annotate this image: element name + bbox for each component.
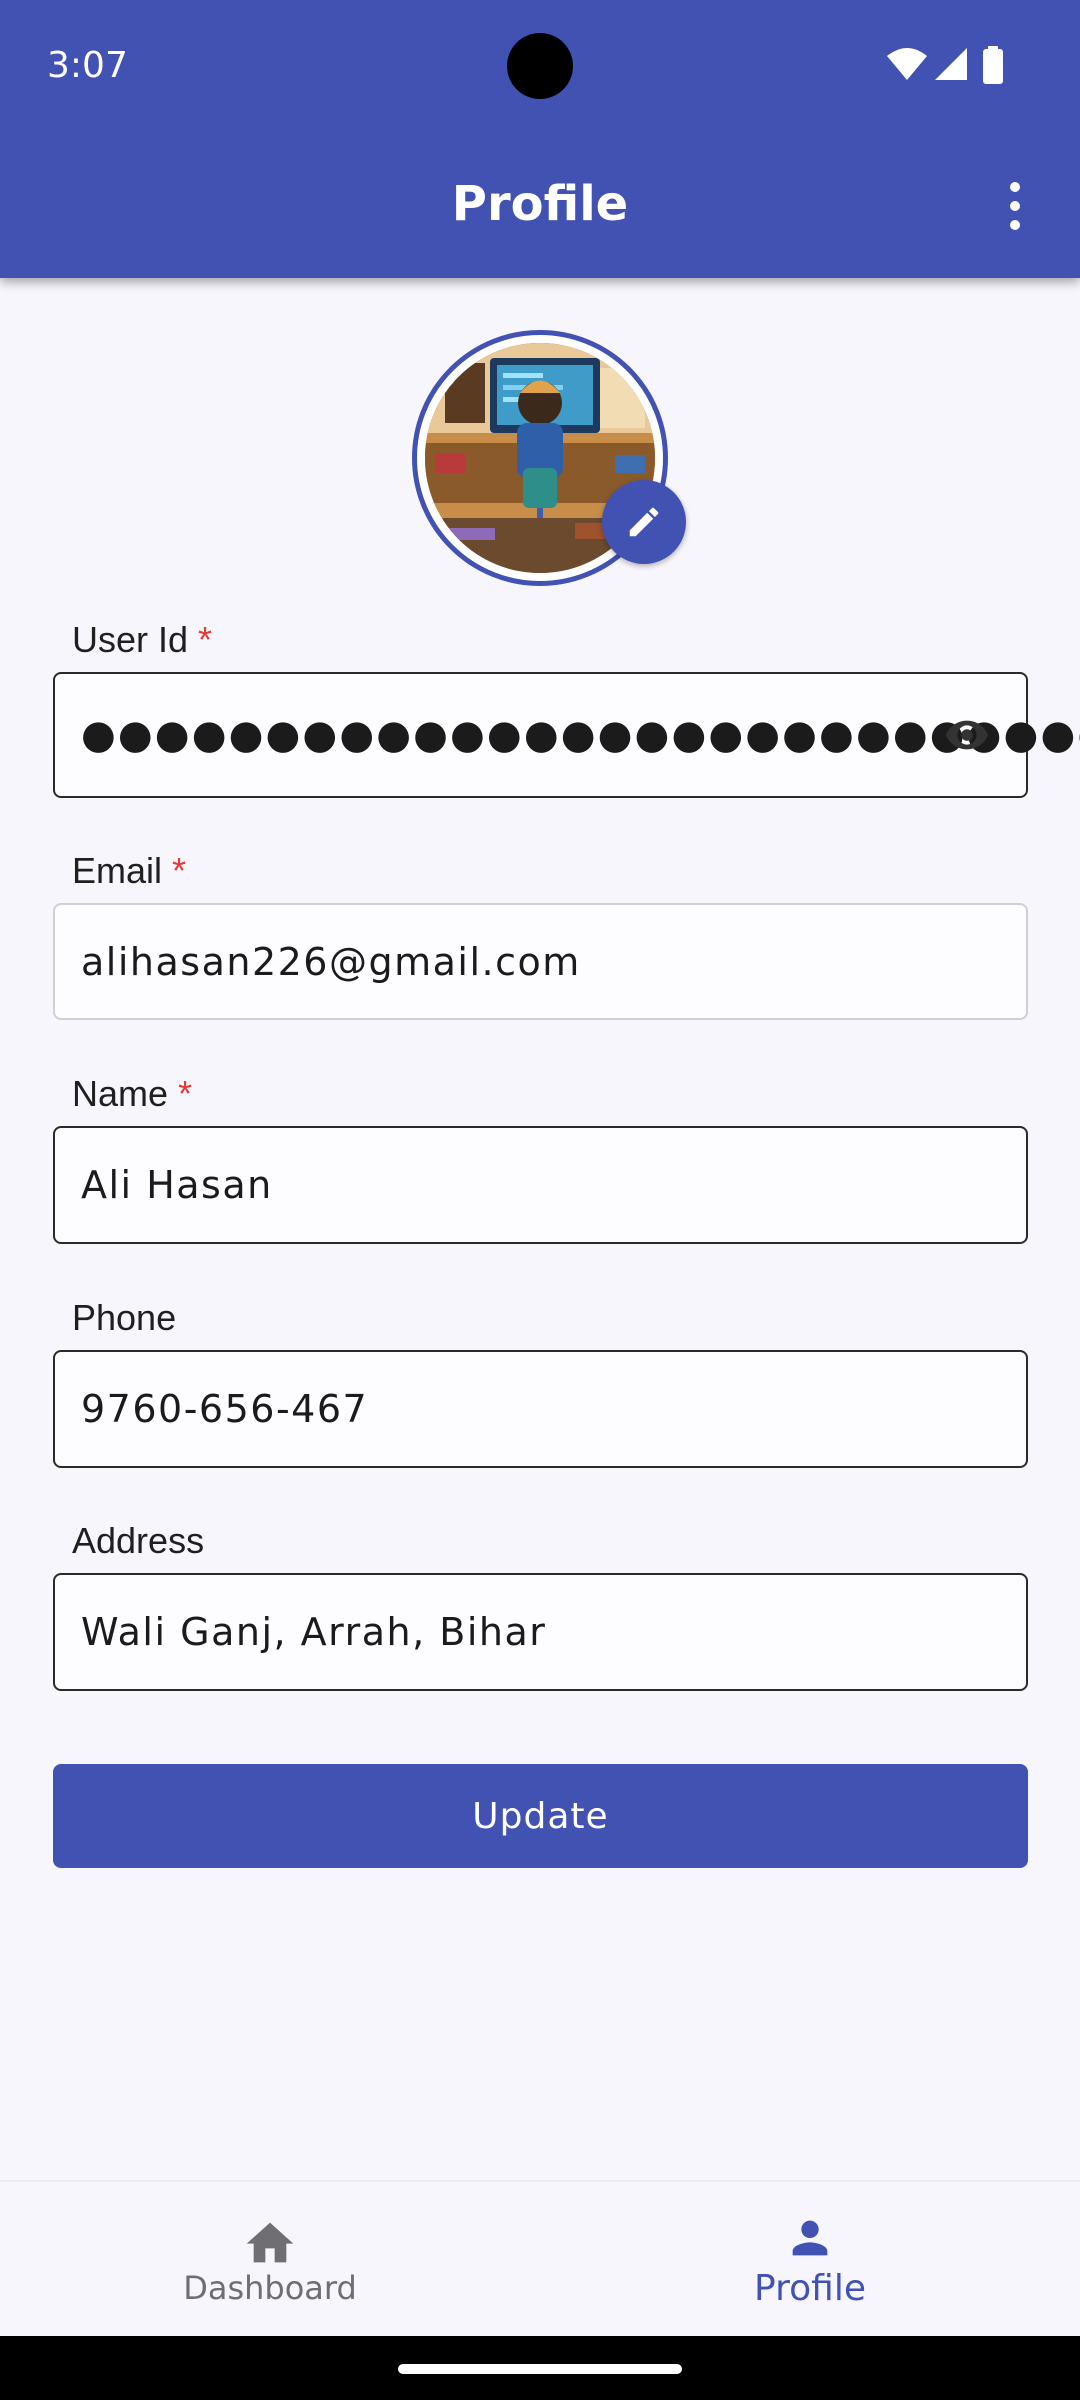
app-bar: 3:07 Profile (0, 0, 1080, 278)
address-label: Address (72, 1520, 205, 1561)
address-field[interactable]: Wali Ganj, Arrah, Bihar (53, 1573, 1028, 1691)
page-title: Profile (451, 176, 629, 232)
nav-item-profile[interactable]: Profile (540, 2182, 1080, 2338)
name-value: Ali Hasan (81, 1163, 273, 1207)
bottom-navigation: Dashboard Profile (0, 2180, 1080, 2338)
address-value: Wali Ganj, Arrah, Bihar (81, 1610, 547, 1654)
user-id-label: User Id * (72, 619, 213, 660)
required-marker: * (172, 850, 187, 891)
system-navigation-bar (0, 2336, 1080, 2400)
nav-label-dashboard: Dashboard (183, 2269, 357, 2307)
required-marker: * (198, 619, 213, 660)
email-field[interactable]: alihasan226@gmail.com (53, 903, 1028, 1020)
person-icon (792, 2220, 828, 2255)
user-id-field[interactable]: ●●●●●●●●●●●●●●●●●●●●●●●●●●●● (53, 672, 1080, 798)
user-id-value: ●●●●●●●●●●●●●●●●●●●●●●●●●●●● (81, 712, 1080, 758)
email-label: Email * (72, 850, 187, 891)
eye-icon[interactable] (944, 712, 990, 758)
name-label: Name * (72, 1073, 193, 1114)
name-field[interactable]: Ali Hasan (53, 1126, 1028, 1244)
profile-avatar-container (412, 330, 686, 586)
update-button[interactable]: Update (53, 1764, 1028, 1868)
email-value: alihasan226@gmail.com (81, 939, 581, 984)
home-icon (246, 2222, 294, 2263)
camera-cutout (507, 33, 573, 99)
wifi-icon (887, 48, 927, 80)
battery-icon (983, 46, 1003, 84)
required-marker: * (178, 1073, 193, 1114)
phone-field[interactable]: 9760-656-467 (53, 1350, 1028, 1468)
more-options-icon[interactable] (990, 178, 1040, 234)
cellular-signal-icon (935, 48, 967, 80)
status-time: 3:07 (47, 45, 128, 86)
pencil-icon (629, 507, 659, 537)
nav-label-profile: Profile (754, 2267, 866, 2309)
edit-avatar-button[interactable] (602, 480, 686, 564)
nav-item-dashboard[interactable]: Dashboard (0, 2182, 540, 2338)
phone-value: 9760-656-467 (81, 1387, 369, 1431)
status-icons (885, 46, 1045, 86)
home-gesture-handle[interactable] (398, 2364, 682, 2374)
phone-label: Phone (72, 1297, 177, 1338)
